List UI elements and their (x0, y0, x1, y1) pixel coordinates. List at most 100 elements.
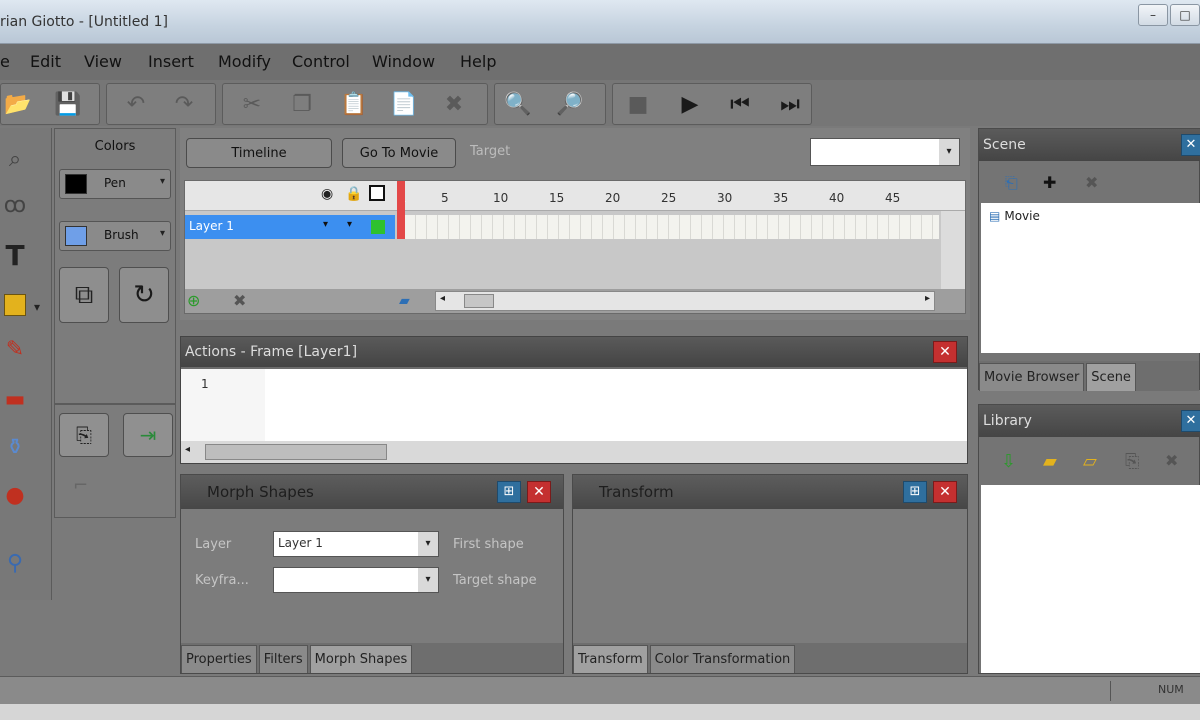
timeline-hscroll[interactable]: ◂ ▸ (435, 291, 935, 311)
lock-icon[interactable]: 🔒 (345, 186, 362, 202)
pin-icon[interactable]: ⊞ (497, 481, 521, 503)
scroll-left-icon[interactable]: ◂ (185, 444, 190, 455)
text-tool-icon[interactable]: T (0, 239, 30, 272)
scroll-left-icon[interactable]: ◂ (440, 293, 445, 304)
folder-icon[interactable]: ▰ (399, 293, 410, 309)
swap-colors-button[interactable]: ⧉ (59, 267, 109, 323)
scroll-thumb[interactable] (464, 294, 494, 308)
brush-tool-icon[interactable]: ✎ (0, 334, 30, 364)
tab-movie-browser[interactable]: Movie Browser (979, 363, 1085, 391)
rectangle-tool-icon[interactable] (0, 290, 30, 320)
line-number: 1 (201, 377, 209, 391)
layer-visible-icon[interactable]: ▾ (323, 219, 328, 230)
layer-lock-icon[interactable]: ▾ (347, 219, 352, 230)
rewind-icon[interactable]: ⏮ (726, 90, 754, 118)
menu-modify[interactable]: Modify (218, 52, 271, 71)
actions-editor[interactable]: 1 (181, 369, 967, 441)
scroll-right-icon[interactable]: ▸ (925, 293, 930, 304)
rectangle-tool-dropdown-icon[interactable]: ▾ (34, 300, 40, 314)
scene-toolbar: ⎗ ✚ ✖ (979, 169, 1200, 199)
eraser-tool-icon[interactable]: ▬ (0, 384, 30, 414)
playhead[interactable] (397, 181, 405, 239)
new-scene-icon[interactable]: ⎗ (1005, 173, 1018, 193)
new-folder-icon[interactable]: ▰ (1043, 451, 1057, 472)
frame-number: 35 (773, 191, 789, 205)
import-icon[interactable]: ⇩ (1001, 451, 1016, 472)
add-layer-icon[interactable]: ⊕ (187, 291, 200, 310)
default-colors-button[interactable]: ↻ (119, 267, 169, 323)
open-folder-icon[interactable]: 📂 (4, 90, 32, 118)
menu-edit[interactable]: Edit (30, 52, 61, 71)
target-select[interactable]: ▾ (810, 138, 960, 166)
subselect-tool-icon[interactable]: ⌕ (0, 144, 30, 174)
stop-icon[interactable]: ■ (624, 90, 652, 118)
tab-filters[interactable]: Filters (258, 645, 308, 673)
tree-item-movie[interactable]: ▤ Movie (989, 209, 1040, 223)
end-icon[interactable]: ⏭ (776, 90, 804, 118)
copy-icon[interactable]: ❐ (288, 90, 316, 118)
cut-icon[interactable]: ✂ (238, 90, 266, 118)
paint-bucket-tool-icon[interactable]: ⚱ (0, 432, 30, 462)
menu-help[interactable]: Help (460, 52, 496, 71)
paste-icon[interactable]: 📋 (340, 90, 368, 118)
option-button-1[interactable]: ⎘ (59, 413, 109, 457)
close-icon[interactable]: ✕ (933, 341, 957, 363)
tab-color-transformation[interactable]: Color Transformation (649, 645, 796, 673)
delete-icon[interactable]: ✖ (440, 90, 468, 118)
close-icon[interactable]: ✕ (527, 481, 551, 503)
close-icon[interactable]: ✕ (1181, 410, 1200, 432)
keyframe-label: Keyfra... (195, 573, 249, 588)
menu-control[interactable]: Control (292, 52, 350, 71)
tab-transform[interactable]: Transform (573, 645, 648, 673)
brush-color-selector[interactable]: Brush ▾ (59, 221, 171, 251)
go-to-movie-button[interactable]: Go To Movie (342, 138, 456, 168)
menu-insert[interactable]: Insert (148, 52, 194, 71)
maximize-button[interactable]: □ (1170, 4, 1200, 26)
open-folder-icon[interactable]: ▱ (1083, 451, 1097, 472)
scroll-thumb[interactable] (205, 444, 387, 460)
taskbar-strip (0, 704, 1200, 720)
brush-swatch (65, 226, 87, 246)
frame-strip[interactable] (405, 215, 939, 239)
menu-view[interactable]: View (84, 52, 122, 71)
delete-icon[interactable]: ✖ (1165, 451, 1178, 470)
save-icon[interactable]: 💾 (54, 90, 82, 118)
zoom-in-icon[interactable]: 🔍 (504, 90, 532, 118)
layer-select[interactable]: Layer 1 ▾ (273, 531, 439, 557)
timeline-button[interactable]: Timeline (186, 138, 332, 168)
pin-icon[interactable]: ⊞ (903, 481, 927, 503)
tab-morph-shapes[interactable]: Morph Shapes (309, 645, 413, 673)
layer-select-value: Layer 1 (278, 536, 323, 550)
minimize-button[interactable]: – (1138, 4, 1168, 26)
paste-special-icon[interactable]: 📄 (390, 90, 418, 118)
menu-window[interactable]: Window (372, 52, 435, 71)
play-icon[interactable]: ▶ (676, 90, 704, 118)
pen-color-selector[interactable]: Pen ▾ (59, 169, 171, 199)
close-icon[interactable]: ✕ (1181, 134, 1200, 156)
option-button-2[interactable]: ⇥ (123, 413, 173, 457)
menu-file[interactable]: e (0, 52, 10, 71)
add-icon[interactable]: ✚ (1043, 173, 1056, 192)
layer-row[interactable]: Layer 1 ▾ ▾ (185, 215, 395, 239)
actions-titlebar: Actions - Frame [Layer1] ✕ (181, 337, 967, 367)
zoom-tool-icon[interactable]: ⚲ (0, 548, 30, 578)
keyframe-select[interactable]: ▾ (273, 567, 439, 593)
tab-scene[interactable]: Scene (1086, 363, 1136, 391)
actions-panel: Actions - Frame [Layer1] ✕ 1 ◂ (180, 336, 968, 464)
eye-icon[interactable]: ◉ (321, 186, 333, 202)
undo-icon[interactable]: ↶ (122, 90, 150, 118)
outline-icon[interactable] (369, 185, 385, 201)
tab-properties[interactable]: Properties (181, 645, 257, 673)
close-icon[interactable]: ✕ (933, 481, 957, 503)
layer-color-icon[interactable] (371, 220, 385, 234)
delete-icon[interactable]: ✖ (1085, 173, 1098, 192)
library-list[interactable] (981, 485, 1200, 673)
zoom-out-icon[interactable]: 🔎 (556, 90, 584, 118)
eyedropper-tool-icon[interactable]: ● (0, 480, 30, 510)
actions-hscroll[interactable]: ◂ (181, 441, 967, 463)
timeline-vscroll[interactable] (941, 211, 965, 289)
properties-icon[interactable]: ⎘ (1125, 451, 1139, 472)
lasso-tool-icon[interactable]: ꝏ (0, 190, 30, 220)
redo-icon[interactable]: ↷ (170, 90, 198, 118)
delete-layer-icon[interactable]: ✖ (233, 291, 246, 310)
